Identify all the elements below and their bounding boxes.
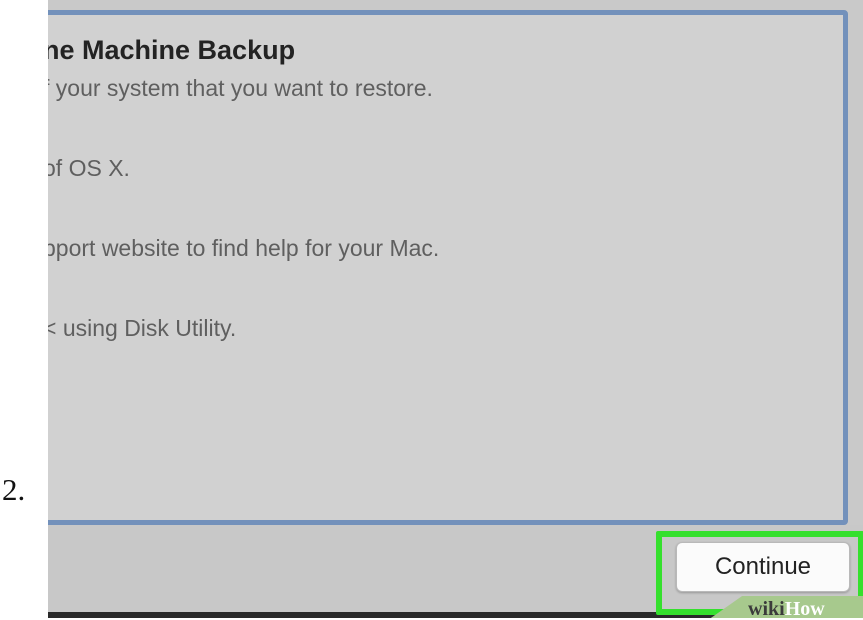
option-description-reinstall: of OS X. [48,155,130,181]
option-description-restore: f your system that you want to restore. [48,75,433,101]
wikihow-how-text: How [784,598,825,618]
step-number: 2. [2,472,26,507]
option-description-disk-utility: < using Disk Utility. [48,315,237,341]
panel-title: ne Machine Backup [48,35,296,65]
wikihow-watermark-text: wikiHow [748,598,825,618]
screenshot: ne Machine Backup f your system that you… [48,0,863,618]
wikihow-wiki-text: wiki [748,598,785,618]
continue-button[interactable]: Continue [676,542,850,592]
option-description-help: pport website to find help for your Mac. [48,235,440,261]
options-panel: ne Machine Backup f your system that you… [48,10,848,525]
